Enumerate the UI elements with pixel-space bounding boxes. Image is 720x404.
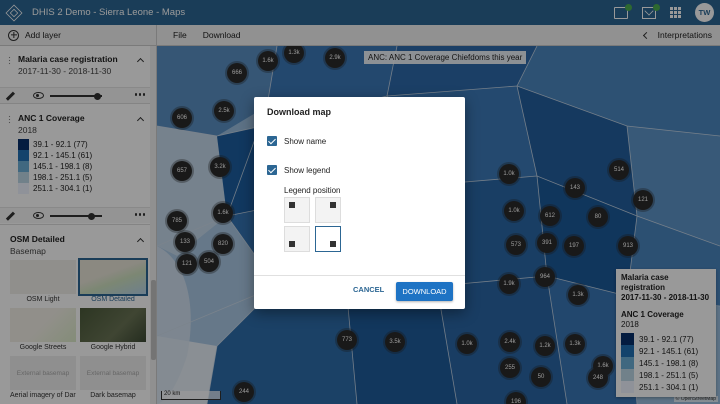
show-legend-label: Show legend [284, 165, 331, 175]
show-legend-checkbox[interactable]: Show legend [267, 165, 330, 175]
cancel-button[interactable]: CANCEL [353, 285, 384, 294]
dialog-title: Download map [267, 107, 332, 117]
dialog-actions: CANCEL DOWNLOAD [254, 275, 465, 309]
checkbox-checked-icon[interactable] [267, 136, 277, 146]
legend-position-label: Legend position [284, 186, 341, 195]
download-map-dialog: Download map Show name Show legend Legen… [254, 97, 465, 309]
show-name-label: Show name [284, 136, 327, 146]
checkbox-checked-icon[interactable] [267, 165, 277, 175]
show-name-checkbox[interactable]: Show name [267, 136, 326, 146]
legend-position-bottom-right[interactable] [315, 226, 341, 252]
legend-position-top-left[interactable] [284, 197, 310, 223]
legend-position-picker [284, 197, 343, 254]
legend-position-bottom-left[interactable] [284, 226, 310, 252]
legend-position-top-right[interactable] [315, 197, 341, 223]
download-button[interactable]: DOWNLOAD [396, 282, 453, 301]
